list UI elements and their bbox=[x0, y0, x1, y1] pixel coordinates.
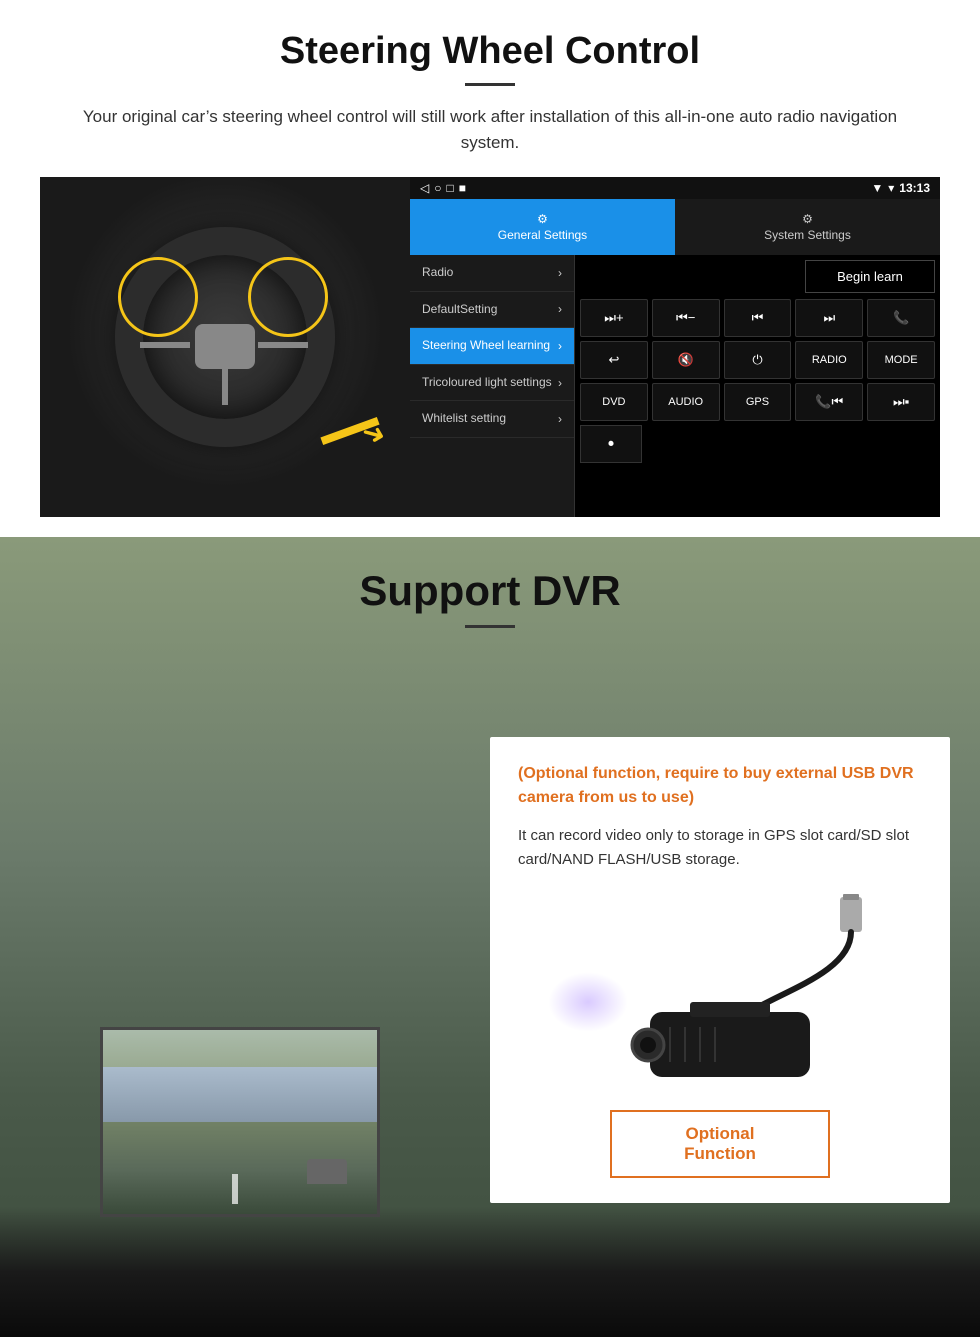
chevron-right-icon: › bbox=[558, 302, 562, 316]
steering-wheel-image bbox=[40, 177, 410, 517]
ctrl-mute[interactable]: 🔇 bbox=[652, 341, 720, 379]
tab-general-label: General Settings bbox=[498, 228, 587, 242]
wheel-background bbox=[40, 177, 410, 517]
menu-item-steering-learning[interactable]: Steering Wheel learning › bbox=[410, 328, 574, 365]
settings-menu-list: Radio › DefaultSetting › Steering Wheel … bbox=[410, 255, 575, 517]
menu-item-whitelist-label: Whitelist setting bbox=[422, 411, 506, 427]
dvr-title-divider bbox=[465, 625, 515, 628]
chevron-right-icon: › bbox=[558, 412, 562, 426]
menu-item-whitelist[interactable]: Whitelist setting › bbox=[410, 401, 574, 438]
wheel-spoke-right bbox=[258, 342, 308, 348]
ctrl-phone-next[interactable]: ⏭▪ bbox=[867, 383, 935, 421]
ctrl-phone-prev[interactable]: 📞⏮ bbox=[795, 383, 863, 421]
control-buttons-grid: ⏭+ ⏮− ⏮ ⏭ 📞 ↩ 🔇 ⏻ RADIO MODE DVD AUDIO bbox=[580, 299, 935, 421]
menu-item-steering-label: Steering Wheel learning bbox=[422, 338, 550, 354]
car-shape bbox=[307, 1159, 347, 1184]
dvr-camera-illustration bbox=[518, 892, 922, 1092]
recent-nav-icon[interactable]: □ bbox=[446, 181, 453, 195]
back-nav-icon[interactable]: ◁ bbox=[420, 181, 429, 195]
ctrl-vol-up[interactable]: ⏭+ bbox=[580, 299, 648, 337]
highlight-circle-left bbox=[118, 257, 198, 337]
menu-item-radio-label: Radio bbox=[422, 265, 453, 281]
camera-light-effect bbox=[548, 972, 628, 1032]
dvr-preview-content bbox=[103, 1030, 377, 1214]
ctrl-dvd[interactable]: DVD bbox=[580, 383, 648, 421]
highlight-circle-right bbox=[248, 257, 328, 337]
chevron-right-icon: › bbox=[558, 376, 562, 390]
wifi-icon: ▾ bbox=[888, 181, 894, 195]
android-ui-panel: ◁ ○ □ ■ ▼ ▾ 13:13 ⚙ General Settings ⚙ S… bbox=[410, 177, 940, 517]
optional-function-button[interactable]: Optional Function bbox=[610, 1110, 830, 1178]
begin-learn-row: Begin learn bbox=[580, 260, 935, 293]
ctrl-radio[interactable]: RADIO bbox=[795, 341, 863, 379]
chevron-right-icon: › bbox=[558, 266, 562, 280]
ctrl-phone[interactable]: 📞 bbox=[867, 299, 935, 337]
tab-general-settings[interactable]: ⚙ General Settings bbox=[410, 199, 675, 255]
dvr-info-card: (Optional function, require to buy exter… bbox=[490, 737, 950, 1203]
home-nav-icon[interactable]: ○ bbox=[434, 181, 441, 195]
ctrl-gps[interactable]: GPS bbox=[724, 383, 792, 421]
dvr-section: Support DVR (Optional function, require … bbox=[0, 537, 980, 1337]
settings-content: Radio › DefaultSetting › Steering Wheel … bbox=[410, 255, 940, 517]
ctrl-prev-track[interactable]: ⏮ bbox=[724, 299, 792, 337]
dvr-title: Support DVR bbox=[0, 567, 980, 615]
dvr-small-preview bbox=[100, 1027, 380, 1217]
arrow-indicator bbox=[300, 417, 380, 477]
menu-item-tricoloured-label: Tricoloured light settings bbox=[422, 375, 552, 391]
gear-icon: ⚙ bbox=[537, 212, 548, 226]
dashboard-bottom bbox=[0, 1207, 980, 1337]
menu-item-defaultsetting[interactable]: DefaultSetting › bbox=[410, 292, 574, 329]
steering-demo-container: ◁ ○ □ ■ ▼ ▾ 13:13 ⚙ General Settings ⚙ S… bbox=[40, 177, 940, 517]
menu-item-radio[interactable]: Radio › bbox=[410, 255, 574, 292]
wheel-spoke-vertical bbox=[222, 335, 228, 405]
signal-icon: ▼ bbox=[871, 181, 883, 195]
camera-cable-svg bbox=[630, 892, 930, 1092]
tab-system-label: System Settings bbox=[764, 228, 851, 242]
ctrl-vol-down[interactable]: ⏮− bbox=[652, 299, 720, 337]
steering-subtitle: Your original car’s steering wheel contr… bbox=[80, 104, 900, 155]
menu-item-tricoloured[interactable]: Tricoloured light settings › bbox=[410, 365, 574, 402]
sky-area bbox=[103, 1067, 377, 1122]
title-divider bbox=[465, 83, 515, 86]
ctrl-dvr[interactable]: ⏺ bbox=[580, 425, 642, 463]
begin-learn-button[interactable]: Begin learn bbox=[805, 260, 935, 293]
extra-controls-row: ⏺ bbox=[580, 425, 935, 463]
menu-nav-icon[interactable]: ■ bbox=[459, 181, 466, 195]
menu-item-default-label: DefaultSetting bbox=[422, 302, 497, 318]
road-marking-1 bbox=[232, 1174, 238, 1204]
ctrl-mode[interactable]: MODE bbox=[867, 341, 935, 379]
steering-control-panel: Begin learn ⏭+ ⏮− ⏮ ⏭ 📞 ↩ 🔇 ⏻ RADIO bbox=[575, 255, 940, 517]
steering-wheel-section: Steering Wheel Control Your original car… bbox=[0, 0, 980, 537]
android-statusbar: ◁ ○ □ ■ ▼ ▾ 13:13 bbox=[410, 177, 940, 199]
steering-title: Steering Wheel Control bbox=[40, 30, 940, 73]
dvr-title-area: Support DVR bbox=[0, 537, 980, 643]
wheel-spoke-left bbox=[140, 342, 190, 348]
status-time: 13:13 bbox=[899, 181, 930, 195]
system-icon: ⚙ bbox=[802, 212, 813, 226]
tab-system-settings[interactable]: ⚙ System Settings bbox=[675, 199, 940, 255]
chevron-right-icon: › bbox=[558, 339, 562, 353]
dvr-description: It can record video only to storage in G… bbox=[518, 824, 922, 872]
dvr-optional-notice: (Optional function, require to buy exter… bbox=[518, 762, 922, 810]
ctrl-power[interactable]: ⏻ bbox=[724, 341, 792, 379]
settings-tabs: ⚙ General Settings ⚙ System Settings bbox=[410, 199, 940, 255]
ctrl-next-track[interactable]: ⏭ bbox=[795, 299, 863, 337]
ctrl-audio[interactable]: AUDIO bbox=[652, 383, 720, 421]
ctrl-hangup[interactable]: ↩ bbox=[580, 341, 648, 379]
